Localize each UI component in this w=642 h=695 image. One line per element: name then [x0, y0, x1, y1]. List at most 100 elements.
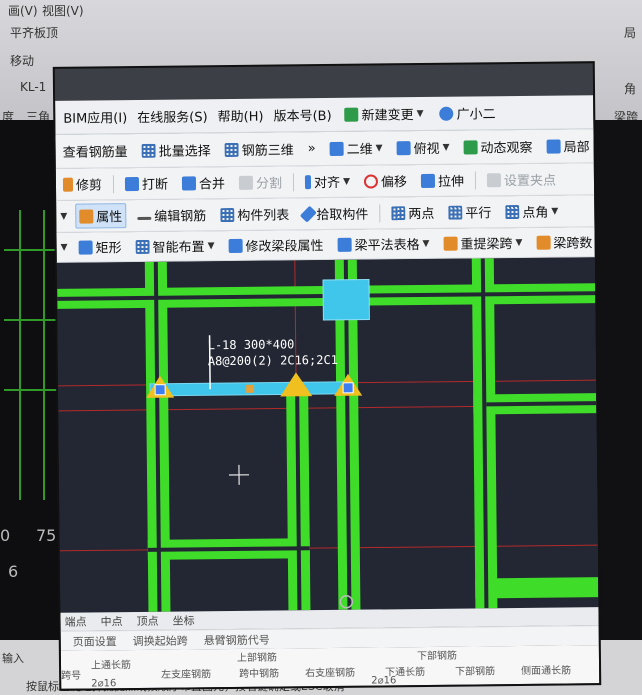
beam-end-grip[interactable]: [342, 382, 354, 394]
snap-endpoint[interactable]: 端点: [64, 614, 86, 630]
col-span-number: 跨号: [61, 670, 82, 682]
rectangle-icon: [78, 239, 93, 255]
edit-rebar-button[interactable]: 编辑钢筋: [134, 203, 209, 227]
span-count-label: 梁跨数: [553, 236, 593, 252]
snap-vertex[interactable]: 顶点: [136, 613, 158, 629]
grip-icon: [486, 172, 502, 187]
chevron-down-icon: ▼: [551, 206, 559, 217]
snap-coordinate[interactable]: 坐标: [172, 612, 194, 628]
top-view-button[interactable]: 俯视 ▼: [393, 136, 452, 160]
modify-beam-segment-button[interactable]: 修改梁段属性: [225, 233, 326, 257]
wall: [475, 577, 599, 599]
point-angle-icon: [505, 204, 520, 219]
break-icon: [124, 176, 140, 191]
new-change-button[interactable]: 新建变更 ▼: [341, 102, 426, 126]
2d-button[interactable]: 二维 ▼: [327, 136, 386, 160]
component-list-label: 构件列表: [237, 208, 290, 224]
orbit-button[interactable]: 动态观察: [460, 135, 535, 159]
more-tools-button[interactable]: »: [305, 139, 319, 158]
2d-icon: [329, 141, 344, 156]
chevron-down-icon: ▼: [515, 237, 523, 248]
drawing-canvas[interactable]: L-18 300*400 A8@200(2) 2C16;2C1: [56, 257, 599, 613]
cantilever-code-button[interactable]: 悬臂钢筋代号: [204, 631, 270, 648]
batch-select-button[interactable]: 批量选择: [139, 138, 214, 162]
snap-midpoint[interactable]: 中点: [100, 613, 122, 629]
bg-menu-draw: 画(V): [8, 4, 38, 18]
point-angle-button[interactable]: 点角 ▼: [502, 200, 561, 224]
divider: [379, 203, 381, 222]
split-button[interactable]: 分割: [236, 170, 285, 194]
assistant-icon: [439, 106, 454, 121]
divider: [474, 170, 477, 189]
rebar-3d-button[interactable]: 钢筋三维: [222, 137, 297, 161]
point-angle-label: 点角: [522, 205, 549, 221]
list-icon: [220, 207, 235, 222]
cell-bottom-through-value[interactable]: 2⌀16: [371, 675, 396, 686]
beam-label-name[interactable]: L-18 300*400: [208, 337, 295, 352]
cad-drawing[interactable]: L-18 300*400 A8@200(2) 2C16;2C1: [57, 257, 599, 613]
menu-help[interactable]: 帮助(H): [218, 106, 264, 125]
two-point-label: 两点: [408, 206, 435, 223]
bg-number-0: 0: [0, 526, 11, 545]
component-list-button[interactable]: 构件列表: [217, 202, 292, 226]
assistant-button[interactable]: 广小二: [436, 101, 498, 125]
span-count-button[interactable]: 梁跨数: [533, 230, 595, 254]
divider: [112, 174, 115, 193]
beam-label-rebar[interactable]: A8@200(2) 2C16;2C1: [208, 353, 338, 368]
parallel-button[interactable]: 平行: [445, 200, 494, 224]
background-left-canvas: [0, 120, 60, 695]
background-right-canvas: [594, 120, 642, 695]
smart-layout-button[interactable]: 智能布置 ▼: [132, 234, 217, 258]
break-button[interactable]: 打断: [122, 172, 171, 196]
page-setup-button[interactable]: 页面设置: [73, 633, 117, 649]
align-button[interactable]: 对齐 ▼: [302, 170, 353, 194]
cell-top-through-value[interactable]: 2⌀16: [91, 678, 116, 689]
swap-start-span-button[interactable]: 调换起始跨: [133, 632, 188, 649]
set-grip-button[interactable]: 设置夹点: [484, 168, 559, 192]
rectangle-button[interactable]: 矩形: [75, 235, 124, 259]
bg-input-label: 输入: [2, 652, 24, 665]
beam-table-button[interactable]: 梁平法表格 ▼: [334, 232, 432, 256]
chevron-down-icon: ▼: [60, 211, 68, 222]
pick-icon: [299, 205, 317, 223]
modify-beam-icon: [228, 238, 243, 253]
properties-button[interactable]: 属性: [75, 203, 127, 229]
set-grip-label: 设置夹点: [503, 173, 557, 190]
chevron-down-icon: ▼: [375, 142, 383, 153]
re-extract-icon: [443, 236, 458, 251]
modify-beam-segment-label: 修改梁段属性: [245, 239, 324, 255]
cube-icon: [396, 140, 411, 155]
header-bottom-rebar: 下部钢筋: [416, 650, 457, 663]
monitor-screen: BIM应用(I) 在线服务(S) 帮助(H) 版本号(B) 新建变更 ▼ 广小二 …: [54, 63, 600, 689]
trim-button[interactable]: 修剪: [60, 172, 105, 195]
bg-right-angle: 角: [624, 82, 637, 96]
menu-bim[interactable]: BIM应用(I): [63, 107, 127, 127]
more-tools-label: »: [307, 141, 316, 157]
beam-midpoint-grip[interactable]: [246, 384, 255, 393]
col-side-through: 侧面通长筋: [521, 665, 572, 677]
re-extract-span-button[interactable]: 重提梁跨 ▼: [440, 231, 525, 255]
split-label: 分割: [255, 176, 283, 192]
chevron-down-icon: ▼: [60, 242, 68, 253]
pick-component-button[interactable]: 拾取构件: [299, 202, 371, 226]
new-change-label: 新建变更: [361, 108, 414, 124]
local-view-button[interactable]: 局部: [543, 134, 592, 158]
column[interactable]: [322, 279, 370, 321]
batch-select-label: 批量选择: [158, 144, 211, 160]
bg-kl1: KL-1: [20, 80, 47, 94]
col-mid-span: 跨中钢筋: [239, 668, 280, 680]
view-rebar-quantity-button[interactable]: 查看钢筋量: [60, 139, 131, 163]
merge-button[interactable]: 合并: [179, 171, 228, 195]
new-change-icon: [344, 107, 359, 122]
bg-flush-slab: 平齐板顶: [10, 26, 59, 40]
two-point-button[interactable]: 两点: [388, 201, 437, 225]
toolbar-view: 查看钢筋量 批量选择 钢筋三维 » 二维 ▼ 俯视 ▼ 动态观察 局部: [55, 129, 594, 169]
menu-online-service[interactable]: 在线服务(S): [137, 106, 208, 126]
offset-button[interactable]: 偏移: [361, 169, 410, 193]
span-count-icon: [536, 235, 551, 250]
menu-version[interactable]: 版本号(B): [273, 105, 331, 125]
properties-icon: [79, 208, 94, 224]
beam-end-grip[interactable]: [154, 384, 166, 396]
chevron-down-icon: ▼: [207, 240, 215, 251]
stretch-button[interactable]: 拉伸: [418, 169, 467, 193]
